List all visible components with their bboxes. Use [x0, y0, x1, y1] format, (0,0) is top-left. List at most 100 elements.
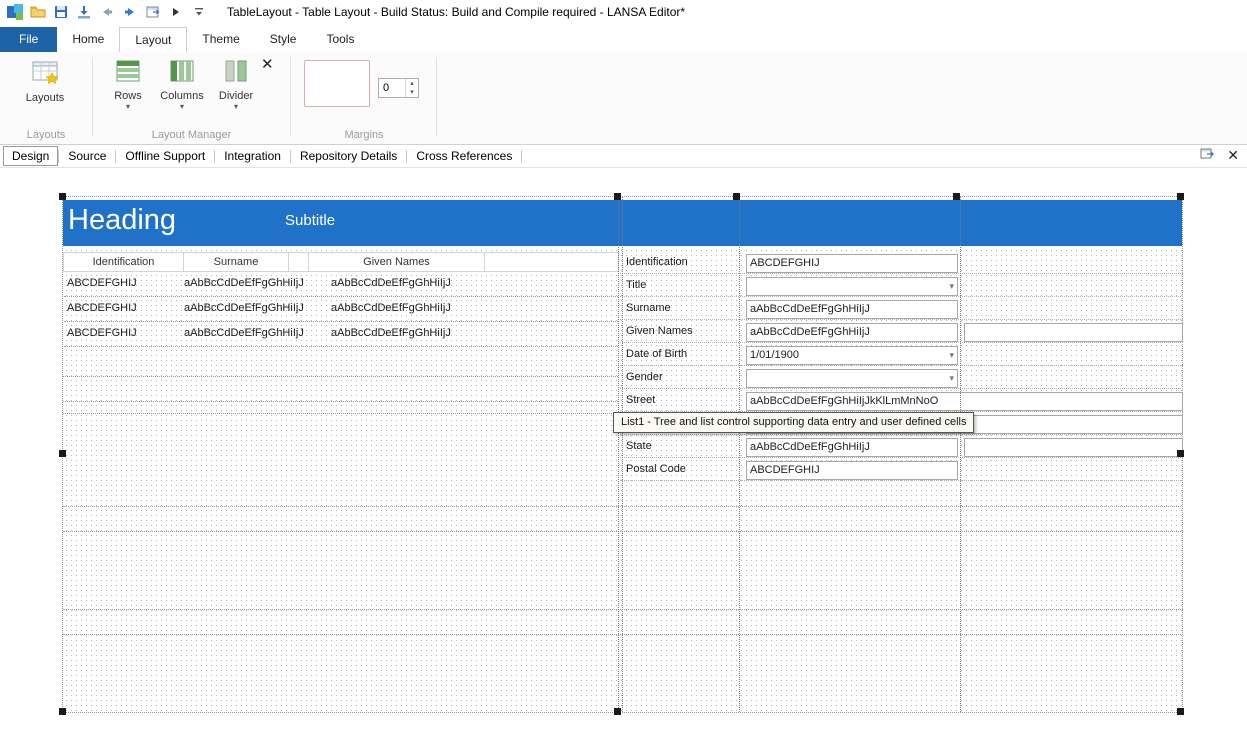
tab-layout[interactable]: Layout [119, 27, 187, 52]
row-guide-line [63, 531, 1183, 532]
doc-tab-cross-references[interactable]: Cross References [407, 146, 521, 166]
rows-button[interactable]: Rows ▾ [106, 57, 150, 110]
tab-home[interactable]: Home [57, 27, 119, 52]
row-guide-line [63, 401, 618, 402]
gender-combo[interactable]: ▾ [746, 369, 958, 388]
divider-dropdown-icon[interactable]: ▾ [234, 104, 238, 110]
selection-handle[interactable] [733, 193, 740, 200]
tab-theme[interactable]: Theme [187, 27, 254, 52]
remove-divider-icon[interactable]: ✕ [261, 57, 274, 72]
form-label-identification[interactable]: Identification [626, 254, 738, 272]
selection-handle[interactable] [614, 193, 621, 200]
doc-tab-integration[interactable]: Integration [215, 146, 290, 166]
postal-code-field[interactable]: ABCDEFGHIJ [746, 461, 958, 480]
title-combo[interactable]: ▾ [746, 277, 958, 296]
doc-tab-source[interactable]: Source [59, 146, 115, 166]
list-header-given-names[interactable]: Given Names [308, 252, 485, 272]
extra-field[interactable] [964, 323, 1183, 342]
more-commands-icon[interactable] [190, 4, 207, 21]
row-guide-line [63, 376, 618, 377]
state-field[interactable]: aAbBcCdDeEfFgGhHiIjJ [746, 438, 958, 457]
run-icon[interactable] [167, 4, 184, 21]
tooltip: List1 - Tree and list control supporting… [613, 412, 974, 433]
selection-handle[interactable] [614, 708, 621, 715]
list-header-blank[interactable] [484, 252, 619, 272]
doc-tab-repository-details[interactable]: Repository Details [291, 146, 406, 166]
open-folder-icon[interactable] [29, 4, 46, 21]
doc-tab-offline-support[interactable]: Offline Support [116, 146, 214, 166]
heading-label[interactable]: Heading [68, 204, 176, 237]
redo-icon[interactable] [121, 4, 138, 21]
selection-handle[interactable] [953, 193, 960, 200]
layouts-button-label: Layouts [26, 92, 65, 104]
tab-style[interactable]: Style [255, 27, 312, 52]
given-names-field[interactable]: aAbBcCdDeEfFgGhHiIjJ [746, 323, 958, 342]
chevron-down-icon[interactable]: ▾ [944, 370, 954, 387]
group-separator [290, 57, 291, 136]
float-window-icon[interactable] [1200, 147, 1215, 164]
rows-icon [114, 57, 142, 88]
tab-file[interactable]: File [0, 27, 57, 52]
selection-handle[interactable] [59, 708, 66, 715]
form-label-surname[interactable]: Surname [626, 300, 738, 318]
selection-handle[interactable] [1177, 708, 1184, 715]
chevron-down-icon[interactable]: ▾ [944, 278, 954, 295]
surname-field[interactable]: aAbBcCdDeEfFgGhHiIjJ [746, 300, 958, 319]
form-label-date-of-birth[interactable]: Date of Birth [626, 346, 738, 364]
spinner-down-icon[interactable]: ▾ [406, 88, 418, 97]
window-title: TableLayout - Table Layout - Build Statu… [227, 5, 685, 19]
list-row[interactable]: ABCDEFGHIJ aAbBcCdDeEfFgGhHiIjJ aAbBcCdD… [64, 272, 618, 297]
columns-button[interactable]: Columns ▾ [156, 57, 208, 110]
tab-tools[interactable]: Tools [311, 27, 369, 52]
rows-dropdown-icon[interactable]: ▾ [126, 104, 130, 110]
street-field[interactable]: aAbBcCdDeEfFgGhHiIjJkKlLmMnNoO [746, 392, 1183, 411]
list-header-identification[interactable]: Identification [63, 252, 184, 272]
save-icon[interactable] [52, 4, 69, 21]
form-label-given-names[interactable]: Given Names [626, 323, 738, 341]
lansa-logo-icon [6, 4, 23, 21]
form-label-postal-code[interactable]: Postal Code [626, 461, 738, 479]
chevron-down-icon[interactable]: ▾ [944, 347, 954, 364]
table-layout-canvas[interactable]: Heading Subtitle Identification Surname … [62, 196, 1183, 713]
divider-button-label: Divider [219, 90, 253, 102]
selection-handle[interactable] [59, 450, 66, 457]
selection-handle[interactable] [1177, 450, 1184, 457]
margins-group-caption: Margins [292, 129, 436, 141]
list-header-surname[interactable]: Surname [183, 252, 289, 272]
margins-spinner-value[interactable]: 0 [379, 79, 405, 97]
divider-button[interactable]: Divider ▾ [212, 57, 260, 110]
divider-icon [222, 57, 250, 88]
close-tab-icon[interactable]: ✕ [1227, 147, 1239, 164]
selection-handle[interactable] [1177, 193, 1184, 200]
import-icon[interactable] [75, 4, 92, 21]
document-tab-bar: Design Source Offline Support Integratio… [0, 145, 1247, 168]
undo-icon[interactable] [98, 4, 115, 21]
date-of-birth-combo[interactable]: 1/01/1900 ▾ [746, 346, 958, 365]
extra-field[interactable] [964, 438, 1183, 457]
form-label-title[interactable]: Title [626, 277, 738, 295]
form-label-state[interactable]: State [626, 438, 738, 456]
column-divider-line [739, 197, 740, 712]
layouts-icon [30, 57, 60, 90]
list-header-blank[interactable] [288, 252, 309, 272]
list-row[interactable]: ABCDEFGHIJ aAbBcCdDeEfFgGhHiIjJ aAbBcCdD… [64, 297, 618, 322]
new-window-icon[interactable] [144, 4, 161, 21]
subtitle-label[interactable]: Subtitle [285, 212, 335, 229]
list-row[interactable]: ABCDEFGHIJ aAbBcCdDeEfFgGhHiIjJ aAbBcCdD… [64, 322, 618, 347]
selection-handle[interactable] [59, 193, 66, 200]
column-divider-line [960, 197, 961, 712]
doc-tab-design[interactable]: Design [3, 146, 58, 166]
row-guide-line [63, 609, 1183, 610]
spinner-up-icon[interactable]: ▴ [406, 79, 418, 88]
margins-spinner[interactable]: 0 ▴ ▾ [378, 78, 419, 98]
layouts-button[interactable]: Layouts [14, 57, 76, 104]
group-separator [436, 57, 437, 136]
form-label-street[interactable]: Street [626, 392, 738, 410]
row-guide-line [63, 506, 1183, 507]
columns-dropdown-icon[interactable]: ▾ [180, 104, 184, 110]
identification-field[interactable]: ABCDEFGHIJ [746, 254, 958, 273]
ribbon-tab-bar: File Home Layout Theme Style Tools [0, 24, 1247, 52]
row-guide-line [63, 413, 618, 414]
rows-button-label: Rows [114, 90, 142, 102]
form-label-gender[interactable]: Gender [626, 369, 738, 387]
